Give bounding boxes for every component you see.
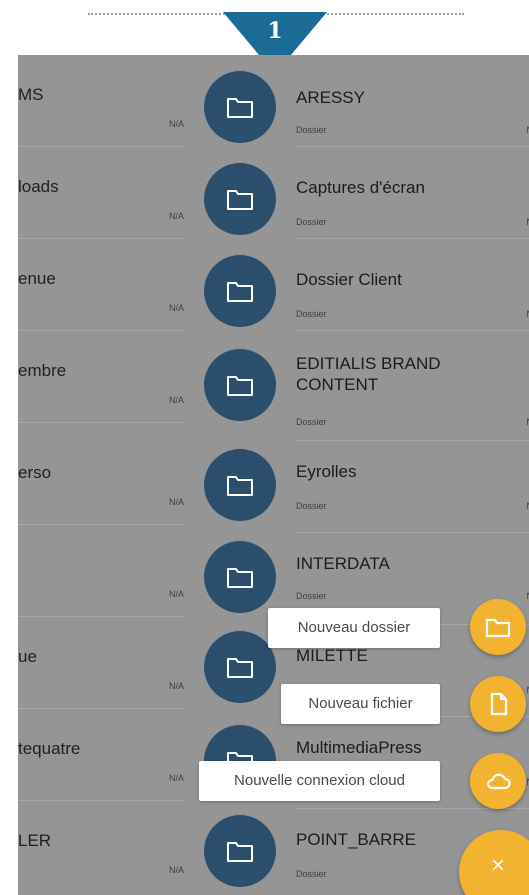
list-item-name: enue [18, 269, 56, 288]
folder-type: Dossier [296, 869, 327, 879]
folder-name: MultimediaPress [296, 738, 422, 757]
folder-avatar [204, 163, 276, 235]
list-item-size: N/A [168, 211, 184, 221]
list-item-size: N/A [168, 865, 184, 875]
list-item[interactable]: erso N/A [18, 433, 184, 525]
folder-icon [227, 98, 253, 118]
list-item[interactable]: LER N/A [18, 801, 184, 893]
list-item[interactable]: N/A [18, 525, 184, 617]
folder-name: Eyrolles [296, 462, 357, 481]
close-icon: × [490, 852, 505, 879]
folder-name: MILETTE [296, 646, 368, 665]
list-item[interactable]: tequatre N/A [18, 709, 184, 801]
list-item[interactable]: loads N/A [18, 147, 184, 239]
folder-icon [485, 618, 511, 638]
folder-row[interactable]: EDITIALIS BRAND CONTENT Dossier N [203, 331, 529, 441]
left-pane-list: MS N/A loads N/A enue N/A embre N/A erso… [18, 55, 184, 895]
row-divider [18, 422, 184, 423]
folder-row[interactable]: Eyrolles Dossier N [203, 441, 529, 533]
list-item-size: N/A [168, 119, 184, 129]
list-item[interactable]: MS N/A [18, 55, 184, 147]
list-item-name: embre [18, 361, 67, 380]
list-item-size: N/A [168, 303, 184, 313]
folder-type: Dossier [296, 217, 327, 227]
folder-icon [227, 282, 253, 302]
folder-avatar [204, 71, 276, 143]
list-item-name: LER [18, 831, 52, 850]
folder-type: Dossier [296, 309, 327, 319]
folder-type: Dossier [296, 501, 327, 511]
folder-name: EDITIALIS BRAND CONTENT [296, 354, 441, 394]
cloud-icon [487, 773, 511, 790]
list-item-size: N/A [168, 395, 184, 405]
folder-icon [227, 190, 253, 210]
list-item[interactable]: embre N/A [18, 331, 184, 423]
list-item-name: loads [18, 177, 59, 196]
folder-avatar [204, 449, 276, 521]
folder-icon [227, 842, 253, 862]
new-cloud-label[interactable]: Nouvelle connexion cloud [199, 761, 440, 801]
list-item[interactable]: ue N/A [18, 617, 184, 709]
folder-avatar [204, 255, 276, 327]
folder-avatar [204, 631, 276, 703]
folder-type: Dossier [296, 417, 327, 427]
list-item-name: ue [18, 647, 37, 666]
folder-name: INTERDATA [296, 554, 390, 573]
folder-row[interactable]: ARESSY Dossier N [203, 55, 529, 147]
folder-icon [227, 476, 253, 496]
list-item[interactable]: enue N/A [18, 239, 184, 331]
list-item-size: N/A [168, 497, 184, 507]
list-item-size: N/A [168, 773, 184, 783]
list-item-size: N/A [168, 589, 184, 599]
list-item-name: MS [18, 85, 44, 104]
new-file-button[interactable] [470, 676, 526, 732]
folder-icon [227, 568, 253, 588]
folder-name: Captures d'écran [296, 178, 425, 197]
folder-avatar [204, 349, 276, 421]
new-file-label[interactable]: Nouveau fichier [281, 684, 440, 724]
step-number: 1 [267, 18, 283, 44]
list-item-name: erso [18, 463, 52, 482]
folder-icon [227, 376, 253, 396]
folder-row[interactable]: Dossier Client Dossier N [203, 239, 529, 331]
folder-row[interactable]: Captures d'écran Dossier N [203, 147, 529, 239]
new-folder-label[interactable]: Nouveau dossier [268, 608, 440, 648]
list-item-size: N/A [168, 681, 184, 691]
new-cloud-connection-button[interactable] [470, 753, 526, 809]
list-item-name: tequatre [18, 739, 81, 758]
folder-name: ARESSY [296, 88, 365, 107]
file-icon [490, 692, 508, 716]
folder-avatar [204, 541, 276, 613]
folder-icon [227, 658, 253, 678]
new-folder-button[interactable] [470, 599, 526, 655]
folder-type: Dossier [296, 125, 327, 135]
folder-name: Dossier Client [296, 270, 402, 289]
folder-type: Dossier [296, 591, 327, 601]
folder-avatar [204, 815, 276, 887]
